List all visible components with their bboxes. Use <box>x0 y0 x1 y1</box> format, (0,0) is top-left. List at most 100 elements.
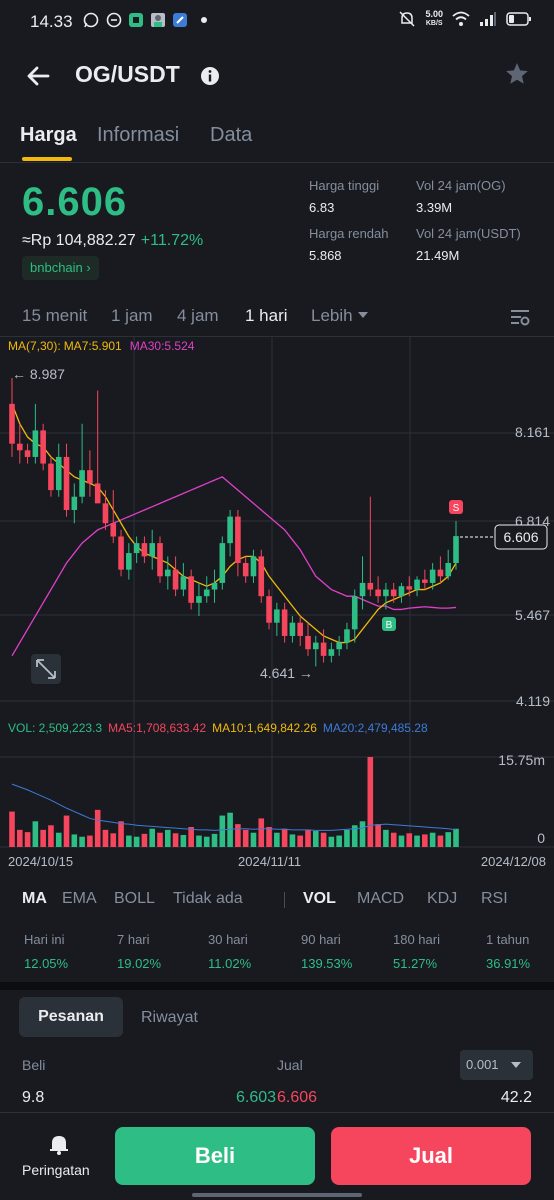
mute-icon <box>399 11 415 27</box>
candle-up <box>211 582 218 590</box>
candle-up <box>383 589 389 597</box>
interval-15m[interactable]: 15 menit <box>22 306 87 326</box>
volume-bar <box>258 818 265 847</box>
volume-bar <box>305 829 311 847</box>
date-label: 2024/12/08 <box>481 854 546 869</box>
last-price: 6.606 <box>22 180 128 224</box>
indicator-ma[interactable]: MA <box>22 890 47 908</box>
volume-bar <box>383 829 389 847</box>
volume-bar <box>429 832 436 847</box>
candle-down <box>266 596 272 623</box>
indicator-rsi[interactable]: RSI <box>481 890 508 908</box>
candle-down <box>157 543 163 577</box>
date-label: 2024/11/11 <box>238 854 301 869</box>
candle-down <box>118 536 124 570</box>
candle-up <box>79 470 85 497</box>
tab-history[interactable]: Riwayat <box>141 1009 198 1027</box>
favorite-star-icon[interactable] <box>504 61 530 87</box>
volume-bar <box>79 836 85 847</box>
interval-more[interactable]: Lebih <box>311 306 368 326</box>
volume-ma-line <box>11 783 457 831</box>
candle-down <box>141 543 148 557</box>
tab-orders[interactable]: Pesanan <box>19 997 123 1037</box>
expand-icon[interactable] <box>31 654 61 684</box>
chain-tag[interactable]: bnbchain › <box>22 256 99 280</box>
chart-settings-icon[interactable] <box>509 306 531 328</box>
candle-down <box>24 450 31 457</box>
net-speed-value: 5.00 <box>425 9 443 19</box>
indicator-vol[interactable]: VOL <box>303 890 336 908</box>
status-right: 5.00 KB/S <box>398 10 532 28</box>
divider <box>0 162 554 163</box>
candle-up <box>203 589 210 597</box>
volume-axis-label: 0 <box>537 830 545 846</box>
ma7-legend: MA7:5.901 <box>64 339 122 353</box>
candle-down <box>40 430 46 464</box>
app-green-icon <box>129 13 143 27</box>
perf-value: 12.05% <box>24 956 69 971</box>
candle-up <box>445 563 452 577</box>
ask-quantity: 42.2 <box>500 1089 532 1106</box>
volume-bar <box>297 835 304 847</box>
price-axis-label: 8.161 <box>515 424 550 440</box>
buy-button[interactable]: Beli <box>115 1127 315 1185</box>
interval-1h[interactable]: 1 jam <box>111 306 153 326</box>
interval-1d[interactable]: 1 hari <box>245 306 288 326</box>
notification-dot-icon <box>201 17 207 23</box>
candlestick-chart[interactable]: MA(7,30): MA7:5.901 MA30:5.524 8.161 6.814… <box>0 337 554 873</box>
candle-down <box>172 569 179 590</box>
price-axis-label: 5.467 <box>515 607 550 623</box>
info-icon[interactable] <box>200 66 220 86</box>
sell-button[interactable]: Jual <box>331 1127 531 1185</box>
signal-icon <box>480 12 496 26</box>
candle-down <box>320 642 327 656</box>
volume-bar <box>289 834 296 847</box>
tab-info[interactable]: Informasi <box>97 124 179 147</box>
high-value: 6.83 <box>309 200 335 215</box>
back-arrow-icon[interactable] <box>24 62 52 90</box>
volume-bar <box>242 829 249 847</box>
chat-bubble-icon <box>106 12 122 28</box>
pair-title: OG/USDT <box>75 61 180 87</box>
perf-value: 19.02% <box>117 956 162 971</box>
high-marker: ← 8.987 <box>12 366 65 382</box>
change-percent: +11.72% <box>140 232 204 249</box>
candle-down <box>87 470 93 484</box>
volume-bar <box>71 834 78 847</box>
vol-legend-value: VOL: 2,509,223.3 <box>8 721 102 735</box>
candle-up <box>164 569 171 577</box>
volume-bar <box>406 833 413 847</box>
indicator-kdj[interactable]: KDJ <box>427 890 457 908</box>
candle-up <box>351 596 358 630</box>
indicator-ema[interactable]: EMA <box>62 890 97 908</box>
interval-more-label: Lebih <box>311 306 353 325</box>
candle-down <box>16 443 23 451</box>
whatsapp-icon <box>83 12 99 28</box>
candle-down <box>375 589 381 597</box>
indicator-none[interactable]: Tidak ada <box>173 890 243 908</box>
ma7-line <box>11 403 457 644</box>
volume-bar <box>172 833 179 847</box>
interval-4h[interactable]: 4 jam <box>177 306 219 326</box>
volume-bar <box>422 834 428 847</box>
indicator-boll[interactable]: BOLL <box>114 890 155 908</box>
current-price-tag-value: 6.606 <box>503 529 538 545</box>
low-marker: 4.641 → <box>260 665 313 681</box>
candle-up <box>149 543 156 557</box>
alert-label[interactable]: Peringatan <box>22 1162 90 1178</box>
precision-select[interactable]: 0.001 <box>460 1050 533 1080</box>
volume-bar <box>398 835 405 847</box>
volume-bar <box>94 809 101 847</box>
ask-price: 6.606 <box>277 1089 318 1106</box>
volume-bar <box>196 835 202 847</box>
caret-down-icon <box>511 1062 521 1068</box>
chart-grid <box>0 337 554 848</box>
indicator-macd[interactable]: MACD <box>357 890 404 908</box>
perf-label: 180 hari <box>393 932 440 947</box>
bell-icon[interactable] <box>48 1133 70 1155</box>
tab-data[interactable]: Data <box>210 124 252 147</box>
vol-ma10-legend: MA10:1,649,842.26 <box>212 721 317 735</box>
tab-price[interactable]: Harga <box>20 124 77 147</box>
volume-bar <box>126 835 132 847</box>
volume-bar <box>375 824 381 847</box>
